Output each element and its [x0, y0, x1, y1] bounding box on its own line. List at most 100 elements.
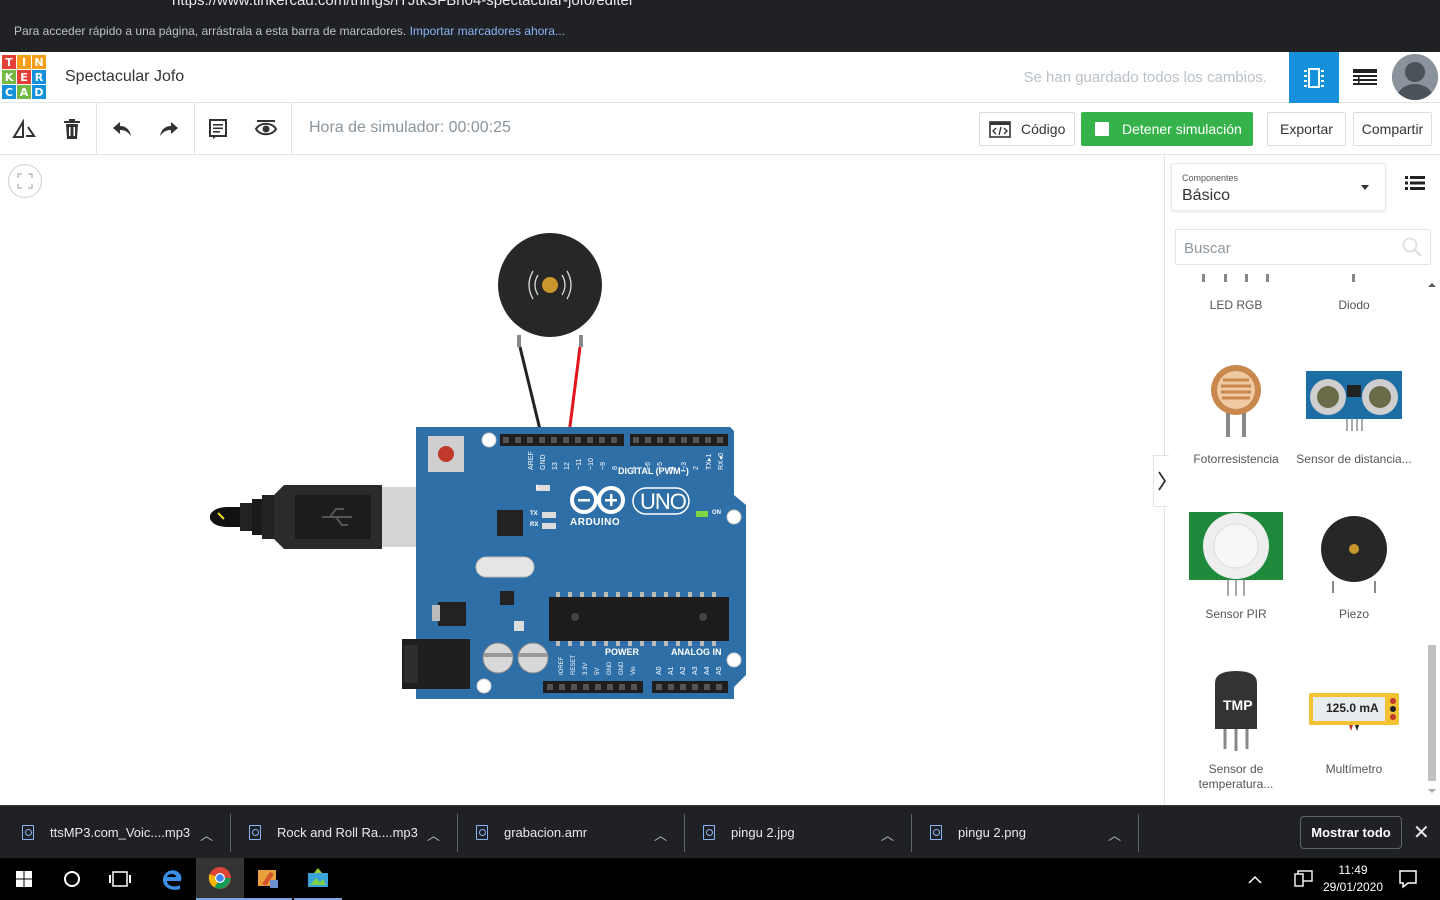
app-taskbar-button[interactable]	[244, 858, 292, 900]
stop-simulation-label: Detener simulación	[1122, 121, 1242, 137]
clock-date: 29/01/2020	[1322, 880, 1384, 894]
toolbar-separator	[291, 103, 292, 155]
pin-label: 7	[633, 466, 640, 470]
bottom-pin-labels: IOREF RESET 3.3V 5V GND GND Vin A0 A1 A2…	[543, 655, 733, 680]
download-item[interactable]: pingu 2.png	[930, 806, 1026, 859]
scroll-up-icon[interactable]	[1428, 282, 1436, 288]
pin-label: ~5	[657, 462, 664, 470]
logo-letter: A	[17, 85, 31, 99]
logo-letter: I	[17, 55, 31, 69]
pin-label: ~10	[588, 458, 595, 470]
show-all-downloads-button[interactable]: Mostrar todo	[1300, 816, 1402, 849]
logo-letter: C	[2, 85, 16, 99]
address-bar[interactable]: https://www.tinkercad.com/things/fTJtkSF…	[0, 0, 1440, 12]
delete-button[interactable]	[54, 111, 90, 147]
logo-letter: D	[32, 85, 46, 99]
network-icon[interactable]	[1294, 870, 1314, 893]
collapse-panel-button[interactable]	[1153, 455, 1169, 507]
components-value: Básico	[1182, 187, 1231, 204]
edge-taskbar-button[interactable]	[148, 858, 196, 900]
component-tile-temperature-sensor[interactable]: TMP Sensor de temperatura...	[1177, 665, 1295, 805]
bookmark-prompt: Para acceder rápido a una página, arrást…	[14, 24, 407, 38]
notes-button[interactable]	[200, 111, 236, 147]
panel-scrollbar-thumb[interactable]	[1428, 645, 1436, 781]
search-taskbar-button[interactable]	[48, 858, 96, 900]
component-label: Diodo	[1338, 298, 1370, 312]
rotate-button[interactable]	[6, 111, 42, 147]
photoresistor-icon	[1211, 365, 1261, 437]
pin-label: ~11	[576, 458, 583, 470]
downloads-separator	[1138, 814, 1139, 852]
chevron-up-icon[interactable]: ︿	[654, 825, 667, 844]
chevron-up-icon[interactable]: ︿	[200, 825, 213, 844]
redo-button[interactable]	[151, 111, 187, 147]
close-icon[interactable]: ✕	[1413, 820, 1430, 845]
visibility-button[interactable]	[248, 111, 284, 147]
ultrasonic-sensor-icon	[1306, 371, 1402, 431]
component-list-view-button[interactable]	[1340, 52, 1390, 103]
search-icon[interactable]	[1402, 237, 1422, 257]
download-item[interactable]: pingu 2.jpg	[703, 806, 795, 859]
pin-label: AREF	[528, 451, 535, 470]
task-view-icon	[109, 871, 131, 887]
eye-icon	[255, 120, 277, 136]
project-name[interactable]: Spectacular Jofo	[65, 68, 184, 86]
save-status: Se han guardado todos los cambios.	[1023, 69, 1268, 86]
task-view-button[interactable]	[96, 858, 144, 900]
piezo-buzzer[interactable]	[498, 233, 602, 347]
download-filename: pingu 2.png	[958, 825, 1026, 840]
undo-button[interactable]	[104, 111, 140, 147]
browser-chrome: https://www.tinkercad.com/things/fTJtkSF…	[0, 0, 1440, 52]
pin-label: 3.3V	[583, 662, 589, 675]
circuit-chip-icon	[1304, 67, 1324, 88]
chevron-right-icon	[1157, 471, 1166, 491]
start-button[interactable]	[0, 858, 48, 900]
pin-label: ~3	[681, 462, 688, 470]
downloads-separator	[684, 814, 685, 852]
download-item[interactable]: grabacion.amr	[476, 806, 587, 859]
search-box[interactable]	[1175, 229, 1431, 265]
pin-label: 12	[564, 462, 571, 470]
components-dropdown[interactable]: Componentes Básico	[1171, 163, 1386, 211]
component-tile-distance-sensor[interactable]: Sensor de distancia...	[1295, 355, 1413, 485]
download-item[interactable]: ttsMP3.com_Voic....mp3	[22, 806, 190, 859]
chevron-up-icon[interactable]: ︿	[881, 825, 894, 844]
taskbar-clock[interactable]: 11:49 29/01/2020	[1322, 862, 1384, 896]
list-icon	[1405, 176, 1425, 190]
download-item[interactable]: Rock and Roll Ra....mp3	[249, 806, 418, 859]
image-viewer-icon	[308, 868, 328, 887]
circuit-canvas[interactable]: DIGITAL (PWM~) ARDUINO UNO POWER ANALOG …	[0, 155, 1164, 805]
search-input[interactable]	[1184, 238, 1384, 258]
code-button[interactable]: Código	[979, 112, 1075, 146]
pin-label: TX▸1	[706, 453, 713, 470]
downloads-separator	[911, 814, 912, 852]
tx-led-label: TX	[530, 511, 538, 517]
code-button-label: Código	[1021, 121, 1066, 137]
chevron-up-icon[interactable]	[1248, 872, 1262, 890]
url-text[interactable]: https://www.tinkercad.com/things/fTJtkSF…	[172, 0, 632, 9]
chevron-up-icon[interactable]: ︿	[1108, 825, 1121, 844]
chrome-taskbar-button[interactable]	[196, 858, 244, 900]
user-avatar[interactable]	[1392, 54, 1438, 100]
pin-label: A0	[656, 666, 663, 675]
stop-simulation-button[interactable]: Detener simulación	[1081, 112, 1253, 146]
notification-center-icon[interactable]	[1398, 869, 1418, 894]
circuit-drawing	[210, 233, 746, 699]
import-bookmarks-link[interactable]: Importar marcadores ahora...	[410, 24, 565, 38]
share-button[interactable]: Compartir	[1353, 112, 1432, 146]
pin-label: 2	[693, 466, 700, 470]
component-tile-photoresistor[interactable]: Fotorresistencia	[1177, 355, 1295, 485]
tinkercad-logo[interactable]: T I N K E R C A D	[2, 55, 46, 100]
chevron-up-icon[interactable]: ︿	[427, 825, 440, 844]
export-button[interactable]: Exportar	[1267, 112, 1346, 146]
component-tile-piezo[interactable]: Piezo	[1295, 510, 1413, 640]
app-taskbar-button[interactable]	[294, 858, 342, 900]
component-tile-pir-sensor[interactable]: Sensor PIR	[1177, 510, 1295, 640]
pin-label: ~9	[600, 462, 607, 470]
scroll-down-icon[interactable]	[1428, 788, 1436, 794]
tmp-text: TMP	[1223, 697, 1253, 713]
list-view-button[interactable]	[1405, 175, 1429, 195]
downloads-separator	[457, 814, 458, 852]
component-tile-multimeter[interactable]: 125.0 mA Multímetro	[1295, 665, 1413, 805]
circuit-view-button[interactable]	[1289, 52, 1339, 103]
